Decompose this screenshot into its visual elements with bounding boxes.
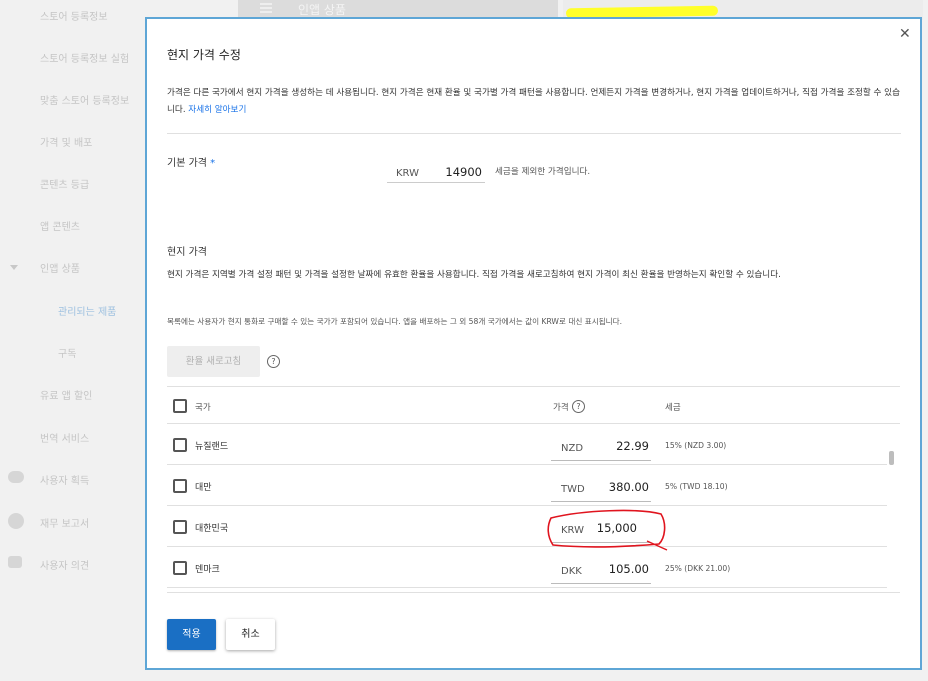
help-icon[interactable]: ? bbox=[267, 355, 280, 368]
cancel-button[interactable]: 취소 bbox=[226, 619, 275, 650]
base-price-label: 기본 가격 * bbox=[167, 154, 215, 169]
price-help-icon[interactable]: ? bbox=[572, 400, 585, 413]
sidebar-item-paid-app-discount[interactable]: 유료 앱 할인 bbox=[40, 387, 92, 402]
price-input[interactable]: NZD 22.99 bbox=[551, 429, 651, 461]
select-all-checkbox[interactable] bbox=[173, 399, 187, 413]
sidebar-item-user-acquisition[interactable]: 사용자 획득 bbox=[40, 472, 89, 487]
base-price-label-text: 기본 가격 bbox=[167, 158, 207, 169]
menu-icon[interactable] bbox=[260, 3, 272, 13]
price-currency: TWD bbox=[561, 484, 585, 495]
sidebar-item-in-app-products[interactable]: 인앱 상품 bbox=[40, 260, 80, 275]
base-price-amount[interactable]: 14900 bbox=[445, 165, 482, 179]
local-prices-title: 현지 가격 bbox=[167, 247, 207, 258]
base-price-input[interactable]: KRW 14900 bbox=[387, 155, 485, 183]
chevron-down-icon bbox=[10, 265, 18, 270]
sidebar-item-translation[interactable]: 번역 서비스 bbox=[40, 430, 89, 445]
user-acquisition-icon bbox=[8, 471, 24, 483]
price-input[interactable]: DKK 105.00 bbox=[551, 552, 651, 584]
table-row: 대한민국 KRW 15,000 bbox=[167, 506, 887, 551]
sidebar-item-app-content[interactable]: 앱 콘텐츠 bbox=[40, 218, 80, 233]
background-page-title: 인앱 상품 bbox=[298, 3, 346, 17]
close-icon[interactable]: ✕ bbox=[899, 26, 911, 42]
sidebar-item-content-rating[interactable]: 콘텐츠 등급 bbox=[40, 176, 89, 191]
sidebar-item-store-listing-experiments[interactable]: 스토어 등록정보 실험 bbox=[40, 50, 129, 65]
header-price: 가격 bbox=[553, 403, 569, 413]
background-sidebar: 스토어 등록정보 스토어 등록정보 실험 맞춤 스토어 등록정보 가격 및 배포… bbox=[0, 0, 140, 681]
row-checkbox[interactable] bbox=[173, 438, 187, 452]
price-amount[interactable]: 105.00 bbox=[609, 562, 649, 576]
price-amount[interactable]: 380.00 bbox=[609, 480, 649, 494]
row-checkbox[interactable] bbox=[173, 561, 187, 575]
required-mark: * bbox=[210, 158, 216, 169]
header-tax: 세금 bbox=[665, 403, 681, 413]
apply-button[interactable]: 적용 bbox=[167, 619, 216, 650]
table-row: 뉴질랜드 NZD 22.99 15% (NZD 3.00) bbox=[167, 424, 887, 465]
sidebar-item-user-feedback[interactable]: 사용자 의견 bbox=[40, 557, 89, 572]
dialog-intro: 가격은 다른 국가에서 현지 가격을 생성하는 데 사용됩니다. 현지 가격은 … bbox=[167, 85, 901, 119]
tax-value: 15% (NZD 3.00) bbox=[665, 441, 727, 450]
table-header: 국가 가격 ? 세금 bbox=[167, 386, 900, 424]
local-prices-note: 목록에는 사용자가 현지 통화로 구매할 수 있는 국가가 포함되어 있습니다.… bbox=[167, 317, 623, 326]
finance-icon bbox=[8, 513, 24, 529]
intro-text: 가격은 다른 국가에서 현지 가격을 생성하는 데 사용됩니다. 현지 가격은 … bbox=[167, 88, 900, 115]
edit-local-prices-dialog: ✕ 현지 가격 수정 가격은 다른 국가에서 현지 가격을 생성하는 데 사용됩… bbox=[145, 17, 922, 670]
table-row: 덴마크 DKK 105.00 25% (DKK 21.00) bbox=[167, 547, 887, 588]
row-checkbox[interactable] bbox=[173, 520, 187, 534]
sidebar-item-store-listing[interactable]: 스토어 등록정보 bbox=[40, 8, 108, 23]
local-prices-description: 현지 가격은 지역별 가격 설정 패턴 및 가격을 설정한 날짜에 유효한 환율… bbox=[167, 270, 781, 280]
sidebar-item-custom-store-listing[interactable]: 맞춤 스토어 등록정보 bbox=[40, 92, 129, 107]
local-prices-table: 국가 가격 ? 세금 뉴질랜드 NZD 22.99 15% (NZD 3.00)… bbox=[167, 386, 900, 593]
country-name: 뉴질랜드 bbox=[195, 442, 229, 452]
country-name: 대만 bbox=[195, 483, 212, 493]
price-currency: DKK bbox=[561, 566, 582, 577]
tax-value: 25% (DKK 21.00) bbox=[665, 564, 731, 573]
base-price-currency: KRW bbox=[396, 168, 419, 179]
divider bbox=[167, 133, 901, 134]
table-row: 대만 TWD 380.00 5% (TWD 18.10) bbox=[167, 465, 887, 506]
sidebar-item-subscriptions[interactable]: 구독 bbox=[58, 345, 76, 360]
table-scrollbar[interactable] bbox=[889, 451, 894, 465]
sidebar-item-finance-reports[interactable]: 재무 보고서 bbox=[40, 515, 89, 530]
sidebar-item-managed-products[interactable]: 관리되는 제품 bbox=[58, 303, 116, 318]
row-checkbox[interactable] bbox=[173, 479, 187, 493]
refresh-exchange-rates-button[interactable]: 환율 새로고침 bbox=[167, 346, 260, 377]
price-input[interactable]: TWD 380.00 bbox=[551, 470, 651, 502]
dialog-title: 현지 가격 수정 bbox=[167, 48, 241, 62]
tax-value: 5% (TWD 18.10) bbox=[665, 482, 728, 491]
base-price-hint: 세금을 제외한 가격입니다. bbox=[495, 167, 591, 177]
country-name: 덴마크 bbox=[195, 565, 220, 575]
header-country: 국가 bbox=[195, 403, 211, 413]
feedback-icon bbox=[8, 556, 22, 568]
divider bbox=[167, 592, 900, 593]
price-amount[interactable]: 22.99 bbox=[616, 439, 649, 453]
price-currency: NZD bbox=[561, 443, 584, 454]
learn-more-link[interactable]: 자세히 알아보기 bbox=[188, 105, 246, 115]
sidebar-item-pricing-distribution[interactable]: 가격 및 배포 bbox=[40, 134, 92, 149]
country-name: 대한민국 bbox=[195, 524, 229, 534]
